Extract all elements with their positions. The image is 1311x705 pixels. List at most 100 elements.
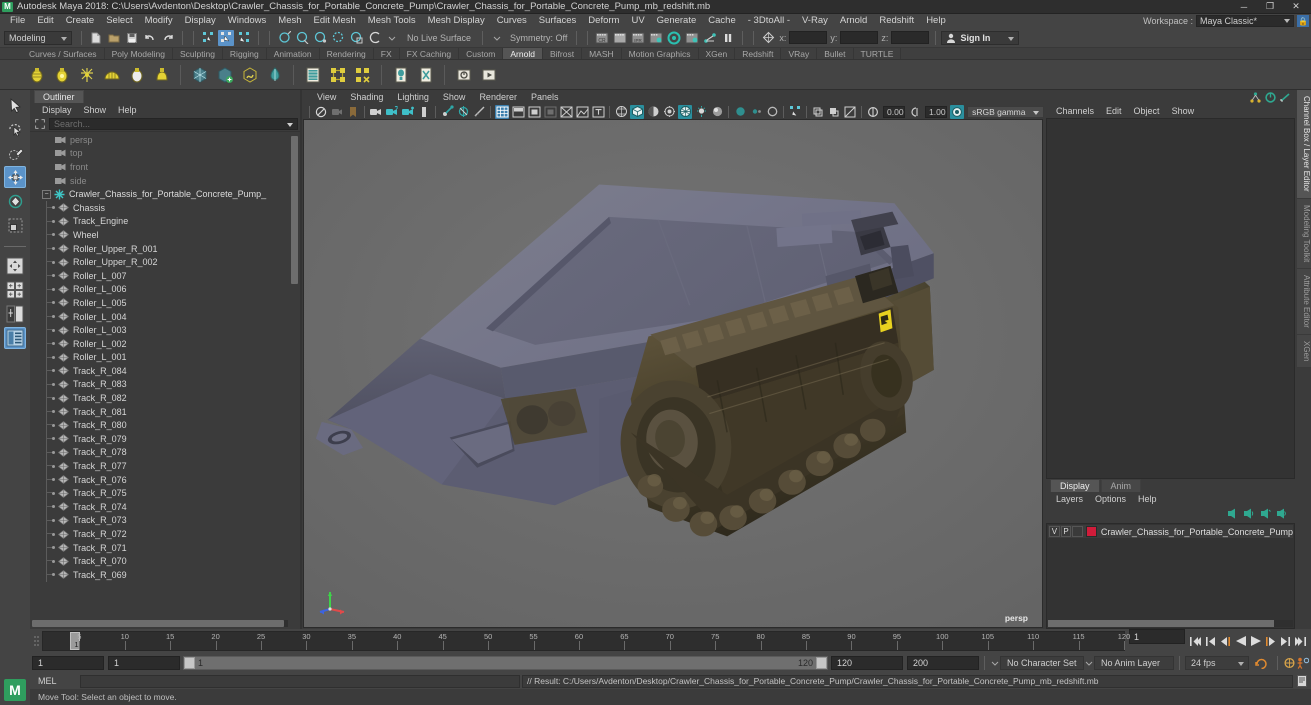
outliner-item[interactable]: Wheel: [30, 228, 300, 242]
arnold-render-sequence-icon[interactable]: [451, 62, 476, 87]
outliner-item[interactable]: Track_R_080: [30, 418, 300, 432]
command-input-field[interactable]: [80, 674, 520, 688]
arnold-mesh-light-icon[interactable]: [124, 62, 149, 87]
lock-icon[interactable]: 🔒: [1297, 15, 1309, 27]
grid-display-icon[interactable]: [733, 105, 747, 119]
range-end-time-field[interactable]: 120: [831, 656, 903, 670]
menu-redshift[interactable]: Redshift: [873, 14, 920, 28]
workspace-dropdown[interactable]: Maya Classic*: [1196, 15, 1294, 27]
ipr-render-icon[interactable]: IPR: [630, 30, 646, 46]
character-controls-icon[interactable]: [1296, 656, 1309, 671]
select-tool-icon[interactable]: [4, 94, 26, 116]
time-slider-handle[interactable]: [30, 629, 42, 653]
arnold-area-light-icon[interactable]: [24, 62, 49, 87]
menu-vray[interactable]: V-Ray: [796, 14, 834, 28]
go-to-start-icon[interactable]: [1189, 634, 1202, 649]
select-camera-icon[interactable]: [314, 105, 328, 119]
auto-keyframe-toggle-icon[interactable]: [1255, 656, 1268, 671]
xray-mode-icon[interactable]: [630, 104, 644, 119]
menu-file[interactable]: File: [4, 14, 31, 28]
render-current-frame-icon[interactable]: CR: [594, 30, 610, 46]
snap-to-view-planes-icon[interactable]: [348, 30, 364, 46]
arnold-volume-icon[interactable]: [237, 62, 262, 87]
time-slider-track[interactable]: 1 5 10 15 20 25 30 35 40 45 50 55 60 65 70 75 80 85 90 95 1…: [42, 631, 1130, 651]
menu-surfaces[interactable]: Surfaces: [533, 14, 583, 28]
channel-menu-object[interactable]: Object: [1128, 106, 1166, 116]
ipr-toggle-icon[interactable]: [440, 105, 454, 119]
arnold-standin-icon[interactable]: [187, 62, 212, 87]
layer-membership-icon[interactable]: [1275, 508, 1287, 519]
playback-speed-dropdown[interactable]: 24 fps: [1185, 656, 1249, 670]
toggle-input-fields-icon[interactable]: [760, 30, 776, 46]
shelf-tab-curves-surfaces[interactable]: Curves / Surfaces: [22, 48, 105, 59]
outliner-item[interactable]: Track_R_070: [30, 554, 300, 568]
image-plane-icon[interactable]: [369, 105, 383, 119]
menu-3dtoall[interactable]: - 3DtoAll -: [742, 14, 796, 28]
close-button[interactable]: ✕: [1283, 0, 1309, 14]
hypershade-layout-icon[interactable]: [4, 327, 26, 349]
vtab-modeling-toolkit[interactable]: Modeling Toolkit: [1297, 198, 1311, 269]
rotate-tool-icon[interactable]: [4, 190, 26, 212]
go-to-end-icon[interactable]: [1294, 634, 1307, 649]
arnold-distant-light-icon[interactable]: [74, 62, 99, 87]
live-surface-dropdown-icon[interactable]: [384, 30, 400, 46]
coord-y-field[interactable]: [840, 31, 879, 44]
channel-box-content[interactable]: [1046, 118, 1295, 479]
outliner-item[interactable]: Roller_L_003: [30, 323, 300, 337]
display-layer-list[interactable]: V P Crawler_Chassis_for_Portable_Concrete_…: [1046, 523, 1295, 629]
outliner-item[interactable]: Roller_Upper_R_001: [30, 241, 300, 256]
menu-select[interactable]: Select: [100, 14, 138, 28]
lights-toggle-icon[interactable]: [694, 105, 708, 119]
coord-x-field[interactable]: [789, 31, 828, 44]
gamma-icon[interactable]: [908, 105, 922, 119]
gamma-field[interactable]: 1.00: [925, 105, 948, 118]
step-forward-frame-icon[interactable]: [1264, 634, 1277, 649]
persp-outliner-layout-icon[interactable]: [4, 303, 26, 325]
channel-editor-icon[interactable]: [1280, 92, 1291, 103]
outliner-item[interactable]: Track_Engine: [30, 214, 300, 229]
text-display-icon[interactable]: [591, 105, 605, 119]
snap-to-grid-icon[interactable]: [276, 30, 292, 46]
command-language-label[interactable]: MEL: [32, 676, 78, 686]
show-manipulators-icon[interactable]: [1250, 91, 1261, 103]
measure-tool-icon[interactable]: [472, 105, 486, 119]
outliner-menu-help[interactable]: Help: [112, 105, 143, 115]
menu-cache[interactable]: Cache: [702, 14, 741, 28]
viewport-menu-renderer[interactable]: Renderer: [472, 92, 524, 102]
textured-shading-icon[interactable]: [559, 105, 573, 119]
smooth-shade-all-icon[interactable]: [511, 105, 525, 119]
render-settings-icon[interactable]: [648, 30, 664, 46]
arnold-standin-add-icon[interactable]: [212, 62, 237, 87]
menu-modify[interactable]: Modify: [139, 14, 179, 28]
outliner-item[interactable]: Track_R_079: [30, 432, 300, 446]
outliner-item[interactable]: Chassis: [30, 200, 300, 215]
shelf-tab-rigging[interactable]: Rigging: [223, 48, 267, 59]
outliner-item[interactable]: Track_R_069: [30, 568, 300, 582]
snap-to-projected-center-icon[interactable]: [330, 30, 346, 46]
arnold-open-render-icon[interactable]: [325, 62, 350, 87]
undo-icon[interactable]: [142, 30, 158, 46]
display-layer-row[interactable]: V P Crawler_Chassis_for_Portable_Concrete_…: [1048, 525, 1293, 538]
outliner-tab[interactable]: Outliner: [34, 90, 84, 103]
channel-menu-channels[interactable]: Channels: [1050, 106, 1100, 116]
outliner-item[interactable]: Roller_L_007: [30, 268, 300, 283]
minimize-button[interactable]: ─: [1231, 0, 1257, 14]
select-by-object-type-icon[interactable]: [218, 29, 234, 46]
maximize-button[interactable]: ❐: [1257, 0, 1283, 14]
anim-layer-field[interactable]: No Anim Layer: [1094, 656, 1174, 670]
shaded-flat-icon[interactable]: [527, 105, 541, 119]
outliner-item[interactable]: top: [30, 147, 300, 161]
wireframe-shading-icon[interactable]: [495, 104, 509, 119]
viewport-menu-panels[interactable]: Panels: [524, 92, 566, 102]
chevron-down-icon[interactable]: [287, 123, 293, 127]
range-slider-right-grip[interactable]: [816, 657, 827, 669]
outliner-item[interactable]: Track_R_078: [30, 445, 300, 460]
new-layer-icon[interactable]: [1227, 508, 1239, 519]
arnold-atmosphere-icon[interactable]: [262, 62, 287, 87]
ambient-occlusion-icon[interactable]: [646, 105, 660, 119]
color-space-dropdown[interactable]: sRGB gamma: [967, 105, 1045, 118]
shelf-tab-turtle[interactable]: TURTLE: [854, 48, 902, 59]
shelf-tab-fx[interactable]: FX: [374, 48, 400, 59]
gamma-reset-icon[interactable]: [827, 105, 841, 119]
arnold-photometric-light-icon[interactable]: [149, 62, 174, 87]
